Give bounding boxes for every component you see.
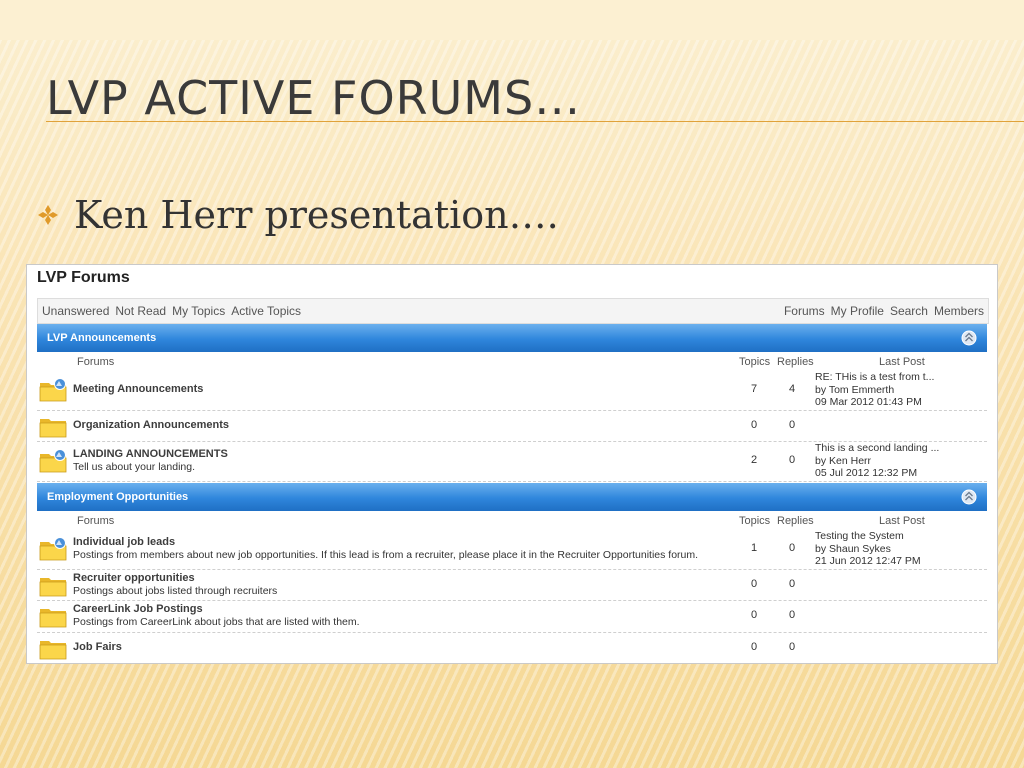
nav-forums-link[interactable]: Forums: [784, 304, 825, 318]
last-post-subject-link[interactable]: Testing the System: [815, 530, 921, 543]
folder-new-icon: [39, 537, 69, 561]
last-post-author: by Shaun Sykes: [815, 542, 891, 555]
last-post-date: 21 Jun 2012 12:47 PM: [815, 555, 921, 567]
forum-description: Postings from members about new job oppo…: [73, 549, 699, 561]
folder-icon: [39, 604, 69, 628]
forum-row: Recruiter opportunities Postings about jo…: [37, 569, 987, 601]
forum-row: Meeting Announcements 7 4 RE: THis is a tes…: [37, 370, 987, 411]
col-last-post: Last Post: [879, 356, 925, 368]
nav-my-topics-link[interactable]: My Topics: [172, 304, 225, 318]
forum-site-title: LVP Forums: [37, 269, 130, 286]
topic-count: 0: [750, 577, 758, 590]
folder-new-icon: [39, 449, 69, 473]
bullet-item: Ken Herr presentation….: [36, 190, 559, 240]
forum-name-link[interactable]: LANDING ANNOUNCEMENTS: [73, 448, 228, 460]
last-post-info: This is a second landing ... by Ken Herr 0…: [815, 442, 939, 480]
folder-icon: [39, 573, 69, 597]
topic-count: 0: [750, 609, 758, 621]
nav-members-link[interactable]: Members: [934, 304, 984, 318]
diamond-bullet-icon: [36, 201, 64, 229]
forum-name-link[interactable]: CareerLink Job Postings: [73, 603, 203, 615]
reply-count: 4: [788, 383, 796, 395]
forum-nav-bar: Unanswered Not Read My Topics Active Top…: [37, 298, 989, 324]
forum-row: Organization Announcements 0 0: [37, 410, 987, 442]
forum-name-link[interactable]: Organization Announcements: [73, 419, 229, 431]
col-forums: Forums: [77, 515, 115, 527]
last-post-date: 09 Mar 2012 01:43 PM: [815, 396, 922, 408]
folder-icon: [39, 636, 69, 660]
topic-count: 1: [750, 542, 758, 554]
forum-row: LANDING ANNOUNCEMENTS Tell us about your …: [37, 441, 987, 482]
reply-count: 0: [788, 640, 796, 653]
bullet-text: Ken Herr presentation….: [74, 193, 559, 237]
nav-active-topics-link[interactable]: Active Topics: [231, 304, 301, 318]
topic-count: 7: [750, 383, 758, 395]
last-post-author: by Tom Emmerth: [815, 383, 895, 396]
topic-count: 2: [750, 454, 758, 466]
last-post-info: Testing the System by Shaun Sykes 21 Jun 2…: [815, 530, 921, 568]
nav-my-profile-link[interactable]: My Profile: [831, 304, 884, 318]
category-bar: LVP Announcements: [37, 324, 987, 352]
topic-count: 0: [750, 640, 758, 653]
forum-description: Tell us about your landing.: [73, 461, 195, 473]
collapse-arrow-icon[interactable]: [961, 489, 977, 505]
forum-name-link[interactable]: Recruiter opportunities: [73, 572, 195, 584]
forum-screenshot: LVP Forums Unanswered Not Read My Topics…: [26, 264, 998, 664]
nav-not-read-link[interactable]: Not Read: [115, 304, 166, 318]
reply-count: 0: [788, 542, 796, 554]
last-post-info: RE: THis is a test from t... by Tom Emmer…: [815, 371, 934, 409]
col-topics: Topics: [739, 356, 771, 368]
last-post-subject-link[interactable]: This is a second landing ...: [815, 442, 939, 455]
category-title[interactable]: LVP Announcements: [47, 324, 156, 352]
col-forums: Forums: [77, 356, 115, 368]
last-post-author: by Ken Herr: [815, 454, 872, 467]
col-topics: Topics: [739, 515, 771, 527]
reply-count: 0: [788, 418, 796, 431]
forum-description: Postings about jobs listed through recru…: [73, 584, 278, 597]
reply-count: 0: [788, 454, 796, 466]
reply-count: 0: [788, 609, 796, 621]
forum-row: Individual job leads Postings from member…: [37, 529, 987, 570]
nav-unanswered-link[interactable]: Unanswered: [42, 304, 109, 318]
topic-count: 0: [750, 418, 758, 431]
col-replies: Replies: [777, 515, 814, 527]
collapse-arrow-icon[interactable]: [961, 330, 977, 346]
forum-name-link[interactable]: Individual job leads: [73, 536, 175, 548]
last-post-date: 05 Jul 2012 12:32 PM: [815, 467, 918, 479]
last-post-subject-link[interactable]: RE: THis is a test from t...: [815, 371, 934, 384]
forum-row: Job Fairs 0 0: [37, 632, 987, 663]
category-bar: Employment Opportunities: [37, 483, 987, 511]
nav-search-link[interactable]: Search: [890, 304, 928, 318]
folder-icon: [39, 414, 69, 438]
forum-description: Postings from CareerLink about jobs that…: [73, 616, 360, 628]
folder-new-icon: [39, 378, 69, 402]
forum-name-link[interactable]: Job Fairs: [73, 641, 122, 653]
forum-row: CareerLink Job Postings Postings from Car…: [37, 600, 987, 633]
category-title[interactable]: Employment Opportunities: [47, 483, 188, 511]
col-replies: Replies: [777, 356, 814, 368]
col-last-post: Last Post: [879, 515, 925, 527]
forum-name-link[interactable]: Meeting Announcements: [73, 383, 203, 395]
slide-title: LVP Active Forums…: [46, 71, 582, 125]
reply-count: 0: [788, 577, 796, 590]
slide-top-band: [0, 0, 1024, 40]
title-underline: [46, 121, 1024, 122]
